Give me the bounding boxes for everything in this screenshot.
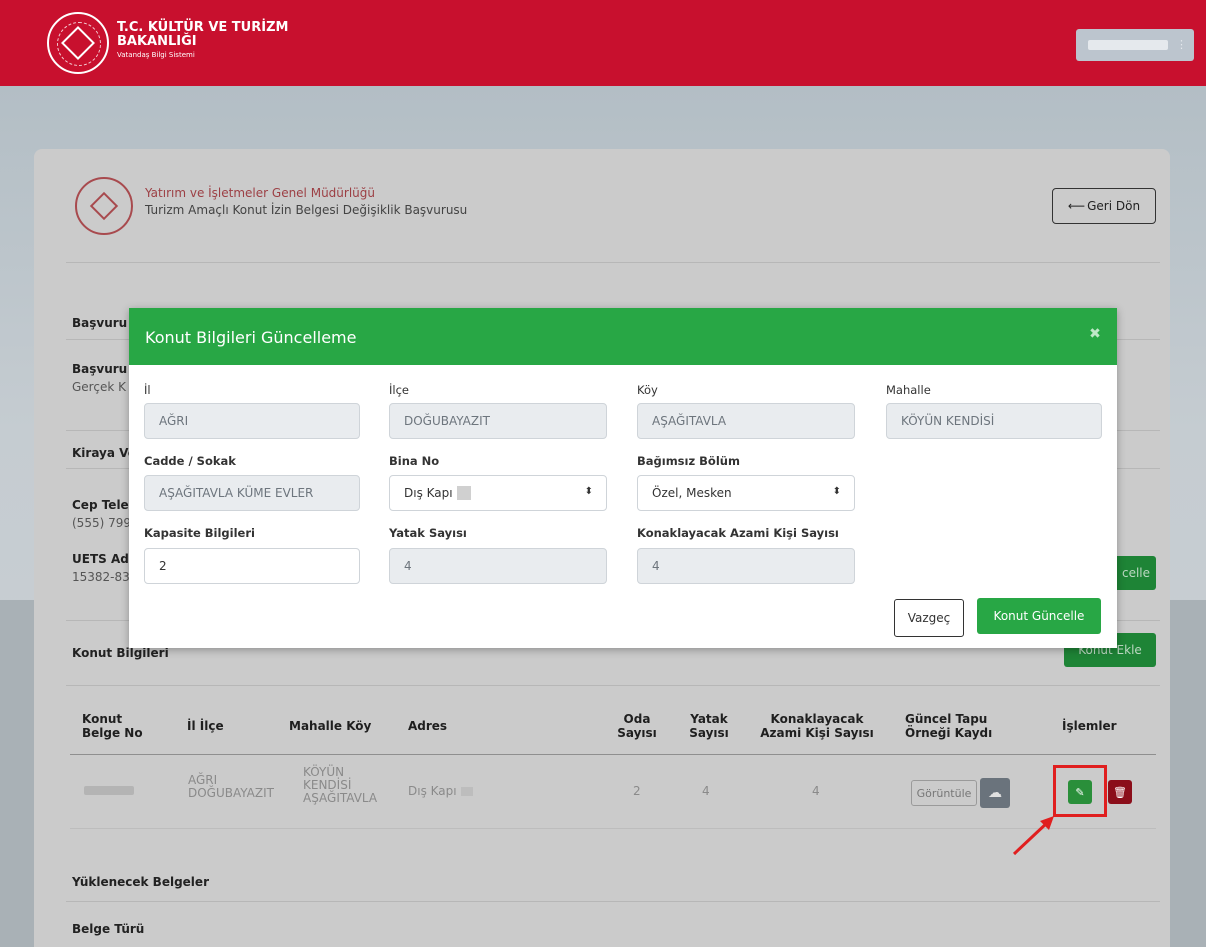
divider — [66, 901, 1160, 902]
brand-subtitle: Vatandaş Bilgi Sistemi — [117, 51, 195, 59]
col-header-belge-no: Konut Belge No — [82, 712, 143, 740]
yatak-field[interactable]: 4 — [389, 548, 607, 584]
section-konut-header: Konut Bilgileri — [72, 646, 169, 660]
row-azami: 4 — [812, 784, 820, 798]
ilce-label: İlçe — [389, 383, 409, 397]
section-basvuru-header: Başvuru — [72, 316, 128, 330]
il-field[interactable]: AĞRI — [144, 403, 360, 439]
cloud-download-icon[interactable]: ☁ — [980, 778, 1010, 808]
application-title: Turizm Amaçlı Konut İzin Belgesi Değişik… — [145, 203, 468, 217]
row-adres: Dış Kapı — [408, 785, 473, 798]
basvuru-value: Gerçek K — [72, 380, 126, 394]
basvuru-label: Başvuru — [72, 362, 128, 376]
cadde-field[interactable]: AŞAĞITAVLA KÜME EVLER — [144, 475, 360, 511]
modal-title: Konut Bilgileri Güncelleme — [145, 328, 357, 347]
belge-no-redacted — [84, 786, 134, 795]
address-redacted — [460, 787, 473, 796]
konut-update-modal: Konut Bilgileri Güncelleme ✖ İl AĞRI İlç… — [129, 308, 1117, 648]
background-decoration-right — [1170, 600, 1206, 947]
section-kiraya-header: Kiraya Ve — [72, 446, 136, 460]
row-oda: 2 — [633, 784, 641, 798]
row-il-ilce: AĞRI DOĞUBAYAZIT — [188, 773, 274, 800]
phone-label: Cep Tele — [72, 498, 129, 512]
bina-no-redacted — [456, 486, 471, 500]
kapasite-label: Kapasite Bilgileri — [144, 526, 255, 540]
highlight-box — [1053, 765, 1107, 817]
mahalle-field[interactable]: KÖYÜN KENDİSİ — [886, 403, 1102, 439]
view-deed-button[interactable]: Görüntüle — [911, 780, 977, 806]
koy-label: Köy — [637, 383, 658, 397]
kapasite-input[interactable]: 2 — [144, 548, 360, 584]
col-header-mahalle-koy: Mahalle Köy — [289, 719, 372, 733]
col-header-oda: Oda Sayısı — [617, 712, 657, 740]
table-row-divider — [70, 828, 1156, 829]
col-header-adres: Adres — [408, 719, 448, 733]
brand-title: T.C. KÜLTÜR VE TURİZM — [117, 20, 289, 35]
divider — [66, 685, 1160, 686]
bina-no-value: Dış Kapı — [404, 486, 453, 500]
il-label: İl — [144, 383, 151, 397]
uets-label: UETS Adı — [72, 552, 133, 566]
cancel-button[interactable]: Vazgeç — [894, 599, 964, 637]
cadde-label: Cadde / Sokak — [144, 454, 236, 468]
update-konut-button[interactable]: Konut Güncelle — [977, 598, 1101, 634]
azami-field[interactable]: 4 — [637, 548, 855, 584]
koy-field[interactable]: AŞAĞITAVLA — [637, 403, 855, 439]
document-type-label: Belge Türü — [72, 922, 145, 936]
col-header-yatak: Yatak Sayısı — [689, 712, 729, 740]
ilce-field[interactable]: DOĞUBAYAZIT — [389, 403, 607, 439]
uets-value: 15382-83 — [72, 570, 130, 584]
annotation-arrow-icon — [1012, 816, 1054, 856]
phone-value: (555) 799 — [72, 516, 131, 530]
user-name-redacted — [1088, 40, 1168, 50]
back-button[interactable]: ⟵ Geri Dön — [1052, 188, 1156, 224]
bina-no-label: Bina No — [389, 454, 440, 468]
mahalle-label: Mahalle — [886, 383, 931, 397]
back-button-label: Geri Dön — [1087, 199, 1141, 213]
bagimsiz-bolum-label: Bağımsız Bölüm — [637, 454, 740, 468]
top-navbar: T.C. KÜLTÜR VE TURİZM BAKANLIĞI Vatandaş… — [0, 0, 1206, 86]
section-documents-header: Yüklenecek Belgeler — [72, 875, 209, 889]
row-adres-text: Dış Kapı — [408, 784, 457, 798]
row-yatak: 4 — [702, 784, 710, 798]
select-caret-icon: ⬍ — [832, 486, 841, 497]
trash-icon[interactable]: 🗑 — [1108, 780, 1132, 804]
modal-header: Konut Bilgileri Güncelleme ✖ — [129, 308, 1117, 365]
row-mahalle-koy: KÖYÜN KENDİSİ AŞAĞITAVLA — [303, 765, 378, 805]
bagimsiz-bolum-value: Özel, Mesken — [652, 486, 732, 500]
col-header-islemler: İşlemler — [1062, 719, 1117, 733]
divider — [66, 262, 1160, 263]
arrow-left-icon: ⟵ — [1067, 199, 1086, 213]
user-menu-button[interactable]: ⋮ — [1076, 29, 1194, 61]
azami-label: Konaklayacak Azami Kişi Sayısı — [637, 526, 839, 540]
brand-title-line2: BAKANLIĞI — [117, 34, 197, 49]
bagimsiz-bolum-select[interactable]: Özel, Mesken ⬍ — [637, 475, 855, 511]
bina-no-select[interactable]: Dış Kapı ⬍ — [389, 475, 607, 511]
close-icon[interactable]: ✖ — [1088, 327, 1102, 341]
user-menu-icon: ⋮ — [1176, 38, 1187, 51]
table-header-divider — [70, 754, 1156, 755]
col-header-tapu: Güncel Tapu Örneği Kaydı — [905, 712, 993, 740]
background-decoration-left — [0, 600, 34, 947]
col-header-il-ilce: İl İlçe — [187, 719, 224, 733]
col-header-azami: Konaklayacak Azami Kişi Sayısı — [760, 712, 874, 740]
select-caret-icon: ⬍ — [584, 486, 593, 497]
yatak-label: Yatak Sayısı — [389, 526, 467, 540]
department-name: Yatırım ve İşletmeler Genel Müdürlüğü — [145, 186, 375, 200]
update-contact-button[interactable]: celle — [1114, 556, 1156, 590]
